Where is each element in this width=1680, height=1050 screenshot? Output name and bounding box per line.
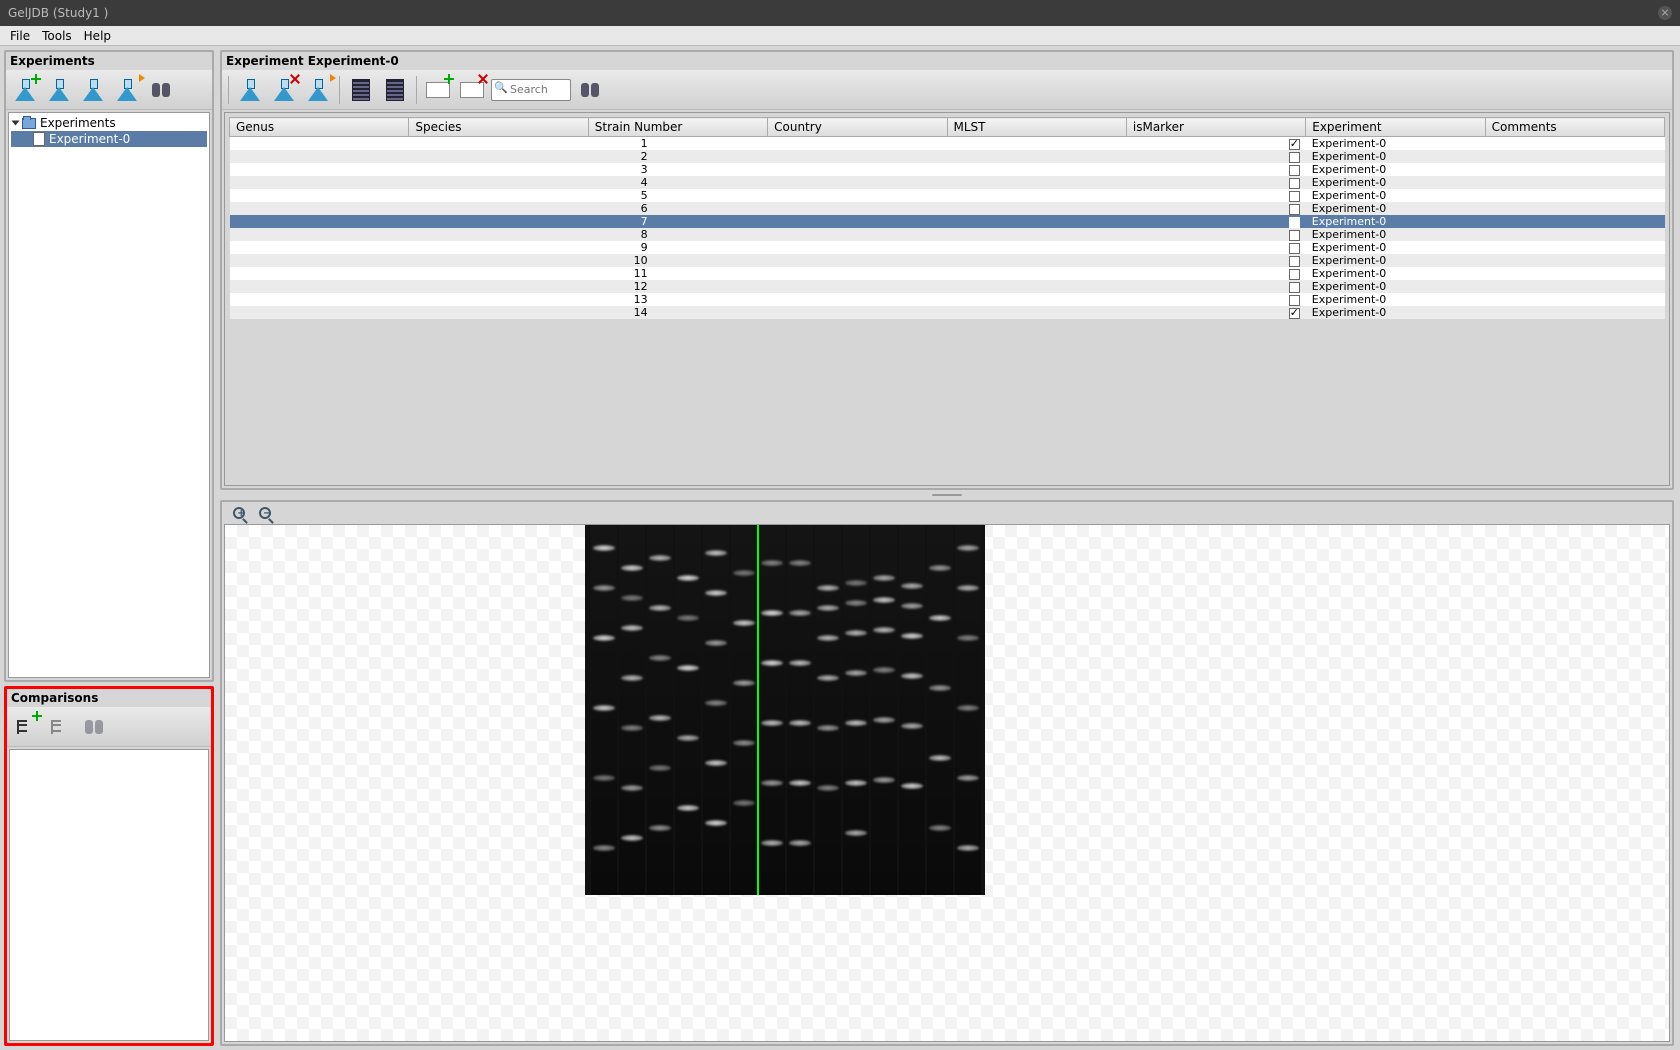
flask-action-button[interactable] [303, 75, 333, 105]
edit-flask-button[interactable] [235, 75, 265, 105]
ismarker-checkbox[interactable] [1289, 191, 1300, 202]
flask-button-2[interactable] [44, 75, 74, 105]
table-container: GenusSpeciesStrain NumberCountryMLSTisMa… [224, 112, 1670, 486]
search-button[interactable] [575, 75, 605, 105]
ismarker-checkbox[interactable] [1289, 217, 1300, 228]
menu-tools[interactable]: Tools [36, 27, 78, 45]
table-row[interactable]: 5Experiment-0 [230, 189, 1665, 202]
column-header[interactable]: Species [409, 118, 588, 137]
tree-item-experiment-0[interactable]: Experiment-0 [11, 131, 207, 147]
strain-table[interactable]: GenusSpeciesStrain NumberCountryMLSTisMa… [229, 117, 1665, 319]
gel-edit-button[interactable] [346, 75, 376, 105]
comparison-button-2[interactable] [45, 712, 75, 742]
table-row[interactable]: 13Experiment-0 [230, 293, 1665, 306]
experiment-detail-panel: Experiment Experiment-0 [220, 50, 1674, 490]
table-row[interactable]: 2Experiment-0 [230, 150, 1665, 163]
experiment-detail-toolbar [222, 70, 1672, 110]
table-row[interactable]: 8Experiment-0 [230, 228, 1665, 241]
flask-export-button[interactable] [112, 75, 142, 105]
table-row[interactable]: 1Experiment-0 [230, 137, 1665, 151]
ismarker-checkbox[interactable] [1289, 230, 1300, 241]
window-title: GelJDB (Study1 ) [8, 6, 108, 20]
comparisons-toolbar [7, 707, 211, 747]
gel-image [585, 525, 985, 895]
gel-viewer-panel: + − [220, 500, 1674, 1046]
comparisons-title: Comparisons [7, 689, 211, 707]
find-comparison-button[interactable] [79, 712, 109, 742]
table-row[interactable]: 7Experiment-0 [230, 215, 1665, 228]
column-header[interactable]: isMarker [1126, 118, 1305, 137]
flask-button-3[interactable] [78, 75, 108, 105]
table-row[interactable]: 11Experiment-0 [230, 267, 1665, 280]
add-card-button[interactable] [423, 75, 453, 105]
ismarker-checkbox[interactable] [1289, 178, 1300, 189]
ismarker-checkbox[interactable] [1289, 139, 1300, 150]
experiments-panel: Experiments Experiments [4, 50, 214, 682]
table-row[interactable]: 6Experiment-0 [230, 202, 1665, 215]
zoom-in-button[interactable]: + [228, 504, 250, 522]
table-row[interactable]: 4Experiment-0 [230, 176, 1665, 189]
table-row[interactable]: 3Experiment-0 [230, 163, 1665, 176]
ismarker-checkbox[interactable] [1289, 308, 1300, 319]
ismarker-checkbox[interactable] [1289, 282, 1300, 293]
new-experiment-button[interactable] [10, 75, 40, 105]
column-header[interactable]: Strain Number [588, 118, 767, 137]
experiments-toolbar [6, 70, 212, 110]
ismarker-checkbox[interactable] [1289, 295, 1300, 306]
column-header[interactable]: Experiment [1306, 118, 1485, 137]
menu-file[interactable]: File [4, 27, 36, 45]
new-comparison-button[interactable] [11, 712, 41, 742]
search-wrap [491, 79, 571, 101]
ismarker-checkbox[interactable] [1289, 243, 1300, 254]
find-experiment-button[interactable] [146, 75, 176, 105]
window-titlebar: GelJDB (Study1 ) [0, 0, 1680, 26]
table-row[interactable]: 10Experiment-0 [230, 254, 1665, 267]
delete-flask-button[interactable] [269, 75, 299, 105]
comparisons-panel: Comparisons [4, 686, 214, 1046]
tree-root-label: Experiments [40, 116, 116, 130]
column-header[interactable]: Comments [1485, 118, 1664, 137]
ismarker-checkbox[interactable] [1289, 269, 1300, 280]
zoom-out-button[interactable]: − [254, 504, 276, 522]
column-header[interactable]: Genus [230, 118, 409, 137]
menubar: File Tools Help [0, 26, 1680, 46]
table-row[interactable]: 14Experiment-0 [230, 306, 1665, 319]
column-header[interactable]: Country [768, 118, 947, 137]
expand-icon[interactable] [12, 121, 20, 126]
gel-viewport[interactable] [224, 524, 1670, 1042]
close-icon[interactable] [1658, 6, 1672, 20]
experiments-title: Experiments [6, 52, 212, 70]
horizontal-splitter[interactable] [220, 492, 1674, 498]
column-header[interactable]: MLST [947, 118, 1126, 137]
gel-button-2[interactable] [380, 75, 410, 105]
experiments-tree[interactable]: Experiments Experiment-0 [8, 112, 210, 678]
remove-card-button[interactable] [457, 75, 487, 105]
file-icon [33, 132, 45, 146]
table-row[interactable]: 9Experiment-0 [230, 241, 1665, 254]
comparisons-list[interactable] [9, 749, 209, 1041]
ismarker-checkbox[interactable] [1289, 165, 1300, 176]
table-row[interactable]: 12Experiment-0 [230, 280, 1665, 293]
folder-icon [22, 118, 36, 129]
search-input[interactable] [491, 79, 571, 101]
zoom-toolbar: + − [222, 502, 1672, 524]
ismarker-checkbox[interactable] [1289, 256, 1300, 267]
experiment-detail-title: Experiment Experiment-0 [222, 52, 1672, 70]
tree-root-row[interactable]: Experiments [11, 115, 207, 131]
tree-item-label: Experiment-0 [49, 132, 130, 146]
menu-help[interactable]: Help [78, 27, 117, 45]
ismarker-checkbox[interactable] [1289, 152, 1300, 163]
ismarker-checkbox[interactable] [1289, 204, 1300, 215]
